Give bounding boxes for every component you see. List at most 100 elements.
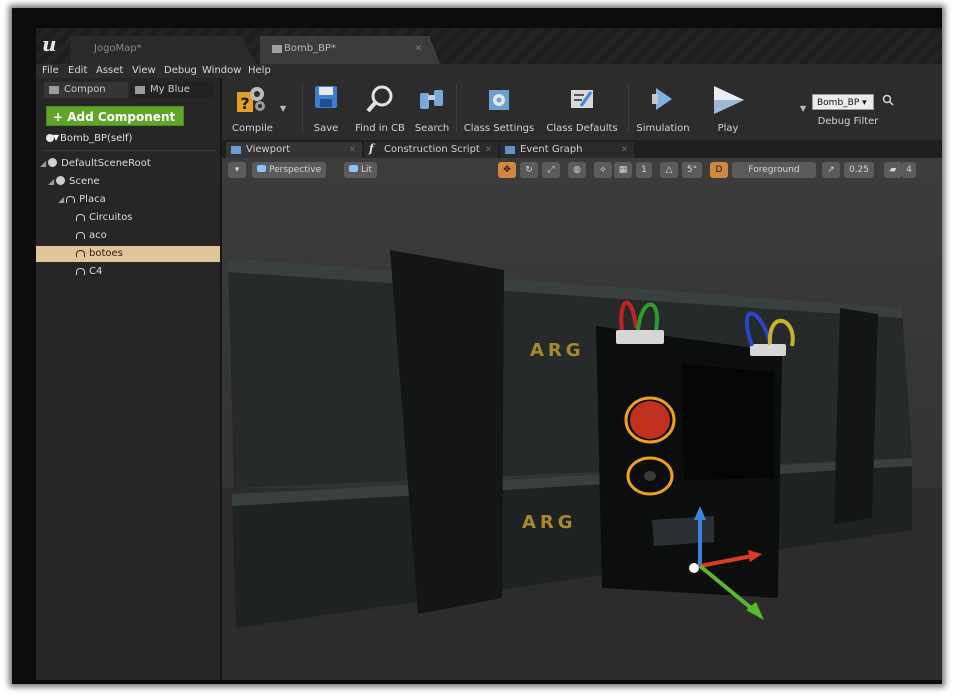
screenshot-frame: u JogoMap* Bomb_BP* ✕ File Edit Asset Vi… (12, 8, 942, 684)
world-space-icon[interactable]: ◍ (568, 162, 586, 178)
components-panel: Compon My Blue + Add Component ▾ Bomb_BP… (36, 78, 222, 680)
compile-button[interactable]: ? Compile (226, 78, 274, 138)
save-button[interactable]: Save (306, 78, 346, 138)
rotate-mode-icon[interactable]: ↻ (520, 162, 538, 178)
components-icon (49, 86, 59, 94)
class-defaults-button[interactable]: Class Defaults (542, 78, 622, 138)
menu-view[interactable]: View (132, 64, 156, 78)
play-icon (714, 86, 744, 114)
self-label: Bomb_BP(self) (60, 133, 133, 144)
self-row[interactable]: Bomb_BP(self) (46, 132, 132, 146)
menu-debug[interactable]: Debug (164, 64, 197, 78)
class-defaults-icon (571, 90, 593, 108)
lit-icon (349, 165, 358, 172)
layer-icon[interactable]: D (710, 162, 728, 178)
save-label: Save (313, 123, 339, 134)
view-mode-button[interactable]: Perspective (252, 162, 327, 178)
find-in-cb-button[interactable]: Find in CB (350, 78, 410, 138)
scene-root-icon (48, 158, 58, 167)
camera-speed-value[interactable]: 4 (902, 162, 916, 178)
grid-size-value[interactable]: 1 (636, 162, 652, 178)
tab-my-blueprint[interactable]: My Blue (130, 82, 214, 98)
expand-arrow-icon[interactable]: ◢ (58, 195, 64, 204)
tab-components[interactable]: Compon (44, 82, 128, 98)
doc-tab-label: Bomb_BP* (284, 43, 336, 54)
menu-bar: File Edit Asset View Debug Window Help (36, 64, 942, 78)
blueprint-toolbar: ? Compile ▼ Save Find in CB Search Class… (222, 78, 942, 140)
find-in-cb-icon (366, 85, 393, 113)
rotation-snap-icon[interactable]: △ (660, 162, 678, 178)
event-graph-icon (505, 146, 515, 154)
class-settings-button[interactable]: Class Settings (460, 78, 538, 138)
simulation-icon (652, 88, 672, 110)
tree-item-circuitos[interactable]: Circuitos (36, 210, 220, 226)
play-button[interactable]: Play (700, 78, 756, 138)
tree-item-placa[interactable]: ◢ Placa (36, 192, 220, 208)
unreal-editor-window: u JogoMap* Bomb_BP* ✕ File Edit Asset Vi… (36, 28, 942, 680)
simulation-button[interactable]: Simulation (632, 78, 694, 138)
search-icon[interactable] (882, 94, 894, 106)
close-icon[interactable]: ✕ (348, 142, 356, 158)
bomb-mesh-preview[interactable]: ARG ARG (222, 158, 942, 680)
grid-snap-icon[interactable]: ▦ (614, 162, 632, 178)
viewport-options-chevron-icon[interactable]: ▾ (228, 162, 246, 178)
simulation-label: Simulation (636, 123, 690, 134)
tab-label: Construction Script (384, 144, 480, 155)
compile-label: Compile (232, 123, 273, 134)
doc-tab-bomb-bp[interactable]: Bomb_BP* ✕ (260, 36, 440, 64)
scene-component-icon (56, 176, 66, 185)
tree-item-label: aco (89, 230, 107, 241)
surface-snap-icon[interactable]: ⟡ (594, 162, 612, 178)
rotation-snap-value[interactable]: 5° (682, 162, 702, 178)
editor-tabs: Viewport ✕ f Construction Script ✕ Event… (222, 140, 942, 158)
search-button[interactable]: Search (412, 78, 452, 138)
tab-construction-script[interactable]: f Construction Script ✕ (364, 142, 498, 158)
menu-asset[interactable]: Asset (96, 64, 123, 78)
expand-arrow-icon[interactable]: ◢ (40, 159, 46, 168)
menu-edit[interactable]: Edit (68, 64, 87, 78)
play-options-chevron-icon[interactable]: ▼ (800, 104, 806, 113)
tree-item-aco[interactable]: aco (36, 228, 220, 244)
viewport[interactable]: ARG ARG ▾ Perspective Lit ✥ ↻ ⤢ ◍ ⟡ ▦ 1 … (222, 158, 942, 680)
add-component-button[interactable]: + Add Component ▾ (46, 106, 184, 144)
tree-item-label: Placa (79, 194, 106, 205)
static-mesh-icon (76, 268, 85, 275)
close-icon[interactable]: ✕ (620, 142, 628, 158)
expand-arrow-icon[interactable]: ◢ (48, 177, 54, 186)
class-defaults-label: Class Defaults (546, 123, 618, 134)
tree-item-label: botoes (89, 248, 123, 259)
scale-snap-icon[interactable]: ↗ (822, 162, 840, 178)
close-icon[interactable]: ✕ (484, 142, 492, 158)
lighting-button[interactable]: Lit (344, 162, 378, 178)
compile-icon: ? (237, 87, 265, 113)
scale-mode-icon[interactable]: ⤢ (542, 162, 560, 178)
function-icon: f (369, 142, 374, 155)
tree-item-botoes[interactable]: botoes (36, 246, 220, 262)
doc-tab-jogomap[interactable]: JogoMap* (70, 36, 256, 64)
tree-item-label: Circuitos (89, 212, 133, 223)
binoculars-icon (420, 90, 443, 109)
menu-window[interactable]: Window (202, 64, 241, 78)
tree-item-defaultsceneroot[interactable]: ◢ DefaultSceneRoot (36, 156, 220, 172)
camera-speed-icon[interactable]: ▰ (884, 162, 902, 178)
menu-help[interactable]: Help (248, 64, 271, 78)
tree-item-c4[interactable]: C4 (36, 264, 220, 280)
translate-mode-icon[interactable]: ✥ (498, 162, 516, 178)
svg-text:?: ? (240, 94, 249, 113)
toolbar-separator (628, 84, 629, 132)
close-icon[interactable]: ✕ (414, 36, 422, 62)
scale-snap-value[interactable]: 0.25 (844, 162, 874, 178)
class-settings-icon (489, 90, 509, 110)
menu-file[interactable]: File (42, 64, 59, 78)
tab-event-graph[interactable]: Event Graph ✕ (500, 142, 634, 158)
toolbar-separator (456, 84, 457, 132)
doc-tab-label: JogoMap* (94, 43, 142, 54)
tree-item-scene[interactable]: ◢ Scene (36, 174, 220, 190)
layer-select[interactable]: Foreground (732, 162, 816, 178)
compile-options-chevron-icon[interactable]: ▼ (280, 104, 286, 113)
save-icon (315, 86, 337, 108)
decal-text: ARG (530, 340, 585, 361)
debug-object-select[interactable]: Bomb_BP ▾ (812, 94, 874, 110)
gizmo-origin[interactable] (689, 563, 699, 573)
tab-viewport[interactable]: Viewport ✕ (226, 142, 362, 158)
